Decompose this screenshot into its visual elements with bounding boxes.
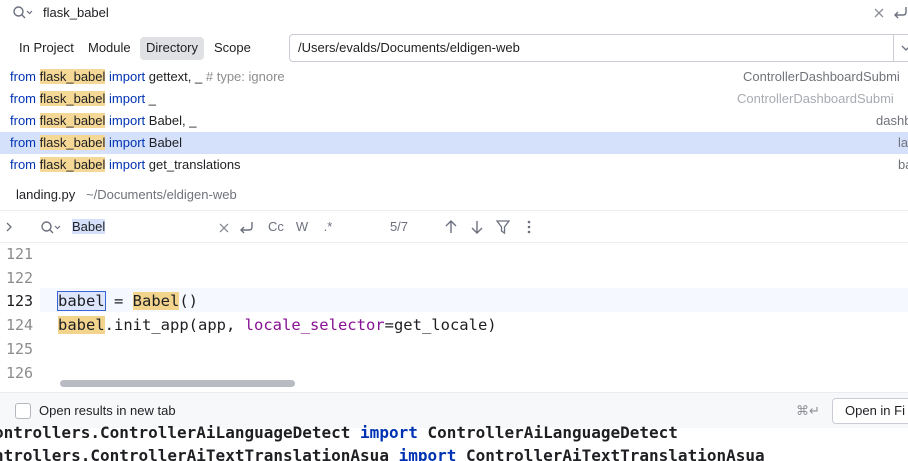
tab-directory[interactable]: Directory xyxy=(140,37,205,60)
horizontal-scrollbar[interactable] xyxy=(60,380,295,387)
result-row[interactable]: from flask_babel import _ ControllerDash… xyxy=(0,88,908,110)
keyword-from: from xyxy=(10,135,36,150)
open-new-tab-checkbox[interactable] xyxy=(15,403,31,419)
import-names: Babel, _ xyxy=(145,113,197,128)
operator: = xyxy=(104,292,133,310)
keyword-from: from xyxy=(10,157,36,172)
code-preview[interactable]: 121 122 123 124 125 126 babel = Babel() … xyxy=(0,244,908,392)
search-icon xyxy=(13,6,33,19)
preview-file-header: landing.py ~/Documents/eldigen-web xyxy=(0,182,908,208)
match-highlight: flask_babel xyxy=(39,113,106,128)
match-highlight: flask_babel xyxy=(39,135,106,150)
code-line-124: babel.init_app(app, locale_selector=get_… xyxy=(58,313,497,337)
shortcut-hint: ⌘↵ xyxy=(796,403,820,418)
import-names: gettext, _ xyxy=(145,69,206,84)
whole-word-toggle[interactable]: W xyxy=(290,217,314,237)
result-location: la xyxy=(898,135,908,150)
named-parameter: locale_selector xyxy=(244,316,385,334)
preview-file-name: landing.py xyxy=(16,187,76,202)
match-highlight: babel xyxy=(58,316,105,334)
search-bar: flask_babel xyxy=(0,0,908,27)
match-case-toggle[interactable]: Cc xyxy=(264,217,288,237)
result-location: dashb xyxy=(876,113,908,128)
background-code-line: ontrollers.ControllerAiLanguageDetect im… xyxy=(0,422,678,444)
selected-match: babel xyxy=(57,291,106,311)
code-text: ControllerAiLanguageDetect xyxy=(417,423,678,442)
import-names: Babel xyxy=(145,135,183,150)
keyword-import: import xyxy=(109,91,146,106)
keyword-from: from xyxy=(10,69,36,84)
keyword-import: import xyxy=(109,69,146,84)
tab-module[interactable]: Module xyxy=(82,37,137,60)
directory-dropdown[interactable] xyxy=(893,35,908,61)
keyword-import: import xyxy=(360,423,418,442)
line-number: 123 xyxy=(6,292,34,310)
line-number: 126 xyxy=(6,364,34,382)
result-row[interactable]: from flask_babel import get_translations… xyxy=(0,154,908,172)
background-code-line: ntrollers.ControllerAiTextTranslationAsu… xyxy=(0,445,765,461)
result-location: ControllerDashboardSubmi xyxy=(743,69,900,84)
match-highlight: flask_babel xyxy=(39,91,106,106)
arrow-down-icon[interactable] xyxy=(470,219,484,235)
checkbox-label: Open results in new tab xyxy=(39,403,176,418)
new-line-icon[interactable] xyxy=(892,5,908,21)
keyword-import: import xyxy=(398,446,457,461)
find-bar: Babel Cc W .* 5/7 xyxy=(0,210,908,243)
arrow-up-icon[interactable] xyxy=(444,219,458,235)
keyword-import: import xyxy=(109,157,146,172)
code-comment: # type: ignore xyxy=(205,69,285,84)
directory-input[interactable]: /Users/evalds/Documents/eldigen-web xyxy=(289,34,908,62)
chevron-down-icon xyxy=(901,45,908,51)
result-location: ba xyxy=(898,157,908,172)
code-text: =get_locale) xyxy=(384,316,497,334)
open-in-find-window-button[interactable]: Open in Fi xyxy=(832,398,908,424)
search-history-icon[interactable] xyxy=(40,220,62,236)
line-number: 124 xyxy=(6,316,34,334)
result-row[interactable]: from flask_babel import Babel, _ dashb xyxy=(0,110,908,132)
tab-scope[interactable]: Scope xyxy=(208,37,257,60)
code-text: () xyxy=(179,292,199,310)
button-label: Open in Fi xyxy=(845,403,905,418)
new-line-icon[interactable] xyxy=(238,220,254,236)
import-names: get_translations xyxy=(145,157,241,172)
result-row[interactable]: from flask_babel import gettext, _ # typ… xyxy=(0,66,908,88)
match-highlight: flask_babel xyxy=(39,69,106,84)
find-input[interactable]: Babel xyxy=(72,219,106,234)
import-names: _ xyxy=(145,91,156,106)
more-options-icon[interactable] xyxy=(525,219,533,235)
find-term: Babel xyxy=(72,219,106,234)
search-input[interactable]: flask_babel xyxy=(43,5,109,20)
directory-path: /Users/evalds/Documents/eldigen-web xyxy=(298,40,520,55)
match-highlight: flask_babel xyxy=(39,157,106,172)
chevron-right-icon[interactable] xyxy=(5,221,13,233)
preview-file-path: ~/Documents/eldigen-web xyxy=(86,187,237,202)
regex-toggle[interactable]: .* xyxy=(316,217,340,237)
line-number: 121 xyxy=(6,245,34,263)
keyword-from: from xyxy=(10,91,36,106)
code-line-123: babel = Babel() xyxy=(57,289,199,313)
line-number: 125 xyxy=(6,340,34,358)
line-number: 122 xyxy=(6,269,34,287)
result-location: ControllerDashboardSubmi xyxy=(737,91,894,106)
match-counter: 5/7 xyxy=(389,219,409,234)
code-text: .init_app(app, xyxy=(104,316,245,334)
keyword-import: import xyxy=(109,135,146,150)
keyword-from: from xyxy=(10,113,36,128)
code-text: ControllerAiTextTranslationAsua xyxy=(456,446,765,461)
result-row-selected[interactable]: from flask_babel import Babel la xyxy=(0,132,908,154)
code-text: ntrollers.ControllerAiTextTranslationAsu… xyxy=(0,446,399,461)
clear-find-icon[interactable] xyxy=(219,223,229,233)
keyword-import: import xyxy=(109,113,146,128)
clear-search-icon[interactable] xyxy=(873,7,885,19)
match-highlight: Babel xyxy=(132,292,180,310)
tab-in-project[interactable]: In Project xyxy=(13,37,80,60)
filter-icon[interactable] xyxy=(496,219,510,235)
code-text: ontrollers.ControllerAiLanguageDetect xyxy=(0,423,361,442)
